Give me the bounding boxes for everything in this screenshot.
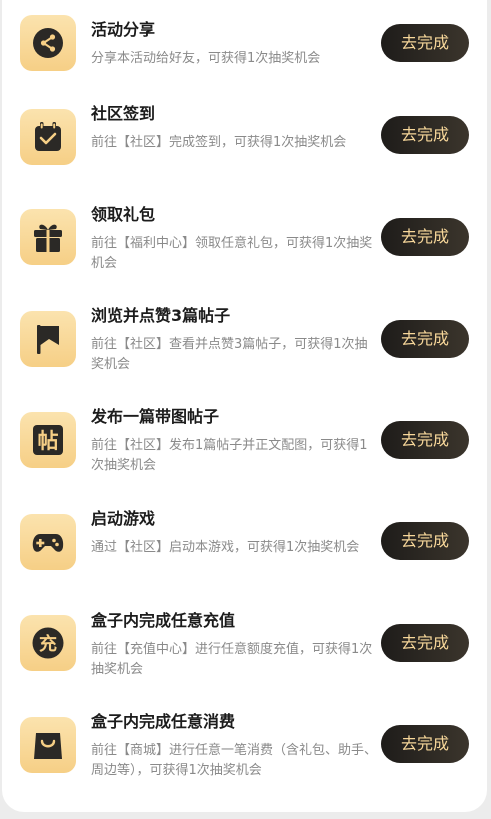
flag-icon bbox=[37, 325, 59, 354]
task-item-recharge: 充 盒子内完成任意充值 前往【充值中心】进行任意额度充值，可获得1次抽奖机会 去… bbox=[0, 600, 491, 700]
task-item-browse-like: 浏览并点赞3篇帖子 前往【社区】查看并点赞3篇帖子，可获得1次抽奖机会 去完成 bbox=[0, 300, 491, 400]
post-icon-box: 帖 bbox=[20, 412, 76, 468]
task-item-gift-pack: 领取礼包 前往【福利中心】领取任意礼包，可获得1次抽奖机会 去完成 bbox=[0, 200, 491, 300]
task-desc: 前往【福利中心】领取任意礼包，可获得1次抽奖机会 bbox=[91, 236, 373, 271]
gamepad-icon bbox=[32, 534, 64, 552]
shopping-bag-icon bbox=[34, 733, 62, 759]
task-desc: 前往【社区】查看并点赞3篇帖子，可获得1次抽奖机会 bbox=[91, 337, 368, 372]
calendar-check-icon bbox=[35, 122, 61, 151]
calendar-check-icon-box bbox=[20, 109, 76, 165]
complete-task-button[interactable]: 去完成 bbox=[381, 116, 469, 154]
task-title: 发布一篇带图帖子 bbox=[91, 407, 220, 426]
task-item-publish-post: 帖 发布一篇带图帖子 前往【社区】发布1篇帖子并正文配图，可获得1次抽奖机会 去… bbox=[0, 400, 491, 500]
complete-task-button[interactable]: 去完成 bbox=[381, 24, 469, 62]
task-title: 盒子内完成任意消费 bbox=[91, 712, 236, 731]
recharge-icon: 充 bbox=[32, 627, 64, 659]
task-title: 盒子内完成任意充值 bbox=[91, 611, 236, 630]
complete-task-button[interactable]: 去完成 bbox=[381, 624, 469, 662]
complete-task-button[interactable]: 去完成 bbox=[381, 725, 469, 763]
complete-task-button[interactable]: 去完成 bbox=[381, 320, 469, 358]
task-desc: 前往【社区】完成签到，可获得1次抽奖机会 bbox=[91, 135, 347, 150]
task-title: 社区签到 bbox=[91, 104, 156, 123]
recharge-icon-glyph: 充 bbox=[39, 633, 57, 655]
task-desc: 前往【充值中心】进行任意额度充值，可获得1次抽奖机会 bbox=[91, 642, 373, 677]
task-title: 领取礼包 bbox=[91, 205, 156, 224]
task-desc: 分享本活动给好友，可获得1次抽奖机会 bbox=[91, 51, 321, 66]
complete-task-button[interactable]: 去完成 bbox=[381, 522, 469, 560]
task-title: 启动游戏 bbox=[91, 509, 156, 528]
post-icon-glyph: 帖 bbox=[38, 429, 59, 453]
post-icon: 帖 bbox=[33, 425, 63, 455]
complete-task-button[interactable]: 去完成 bbox=[381, 421, 469, 459]
gift-icon-box bbox=[20, 209, 76, 265]
flag-icon-box bbox=[20, 311, 76, 367]
gift-icon bbox=[34, 224, 62, 252]
task-desc: 前往【社区】发布1篇帖子并正文配图，可获得1次抽奖机会 bbox=[91, 438, 368, 473]
task-title: 活动分享 bbox=[91, 20, 156, 39]
recharge-icon-box: 充 bbox=[20, 615, 76, 671]
task-item-purchase: 盒子内完成任意消费 前往【商城】进行任意一笔消费（含礼包、助手、周边等），可获得… bbox=[0, 700, 491, 800]
gamepad-icon-box bbox=[20, 514, 76, 570]
shopping-bag-icon-box bbox=[20, 717, 76, 773]
share-icon bbox=[33, 28, 63, 58]
task-title: 浏览并点赞3篇帖子 bbox=[91, 306, 231, 325]
task-item-share: 活动分享 分享本活动给好友，可获得1次抽奖机会 去完成 bbox=[0, 0, 491, 100]
task-item-launch-game: 启动游戏 通过【社区】启动本游戏，可获得1次抽奖机会 去完成 bbox=[0, 500, 491, 600]
complete-task-button[interactable]: 去完成 bbox=[381, 218, 469, 256]
share-icon-box bbox=[20, 15, 76, 71]
task-item-community-checkin: 社区签到 前往【社区】完成签到，可获得1次抽奖机会 去完成 bbox=[0, 100, 491, 200]
task-desc: 通过【社区】启动本游戏，可获得1次抽奖机会 bbox=[91, 540, 360, 555]
task-desc: 前往【商城】进行任意一笔消费（含礼包、助手、周边等），可获得1次抽奖机会 bbox=[91, 743, 378, 778]
